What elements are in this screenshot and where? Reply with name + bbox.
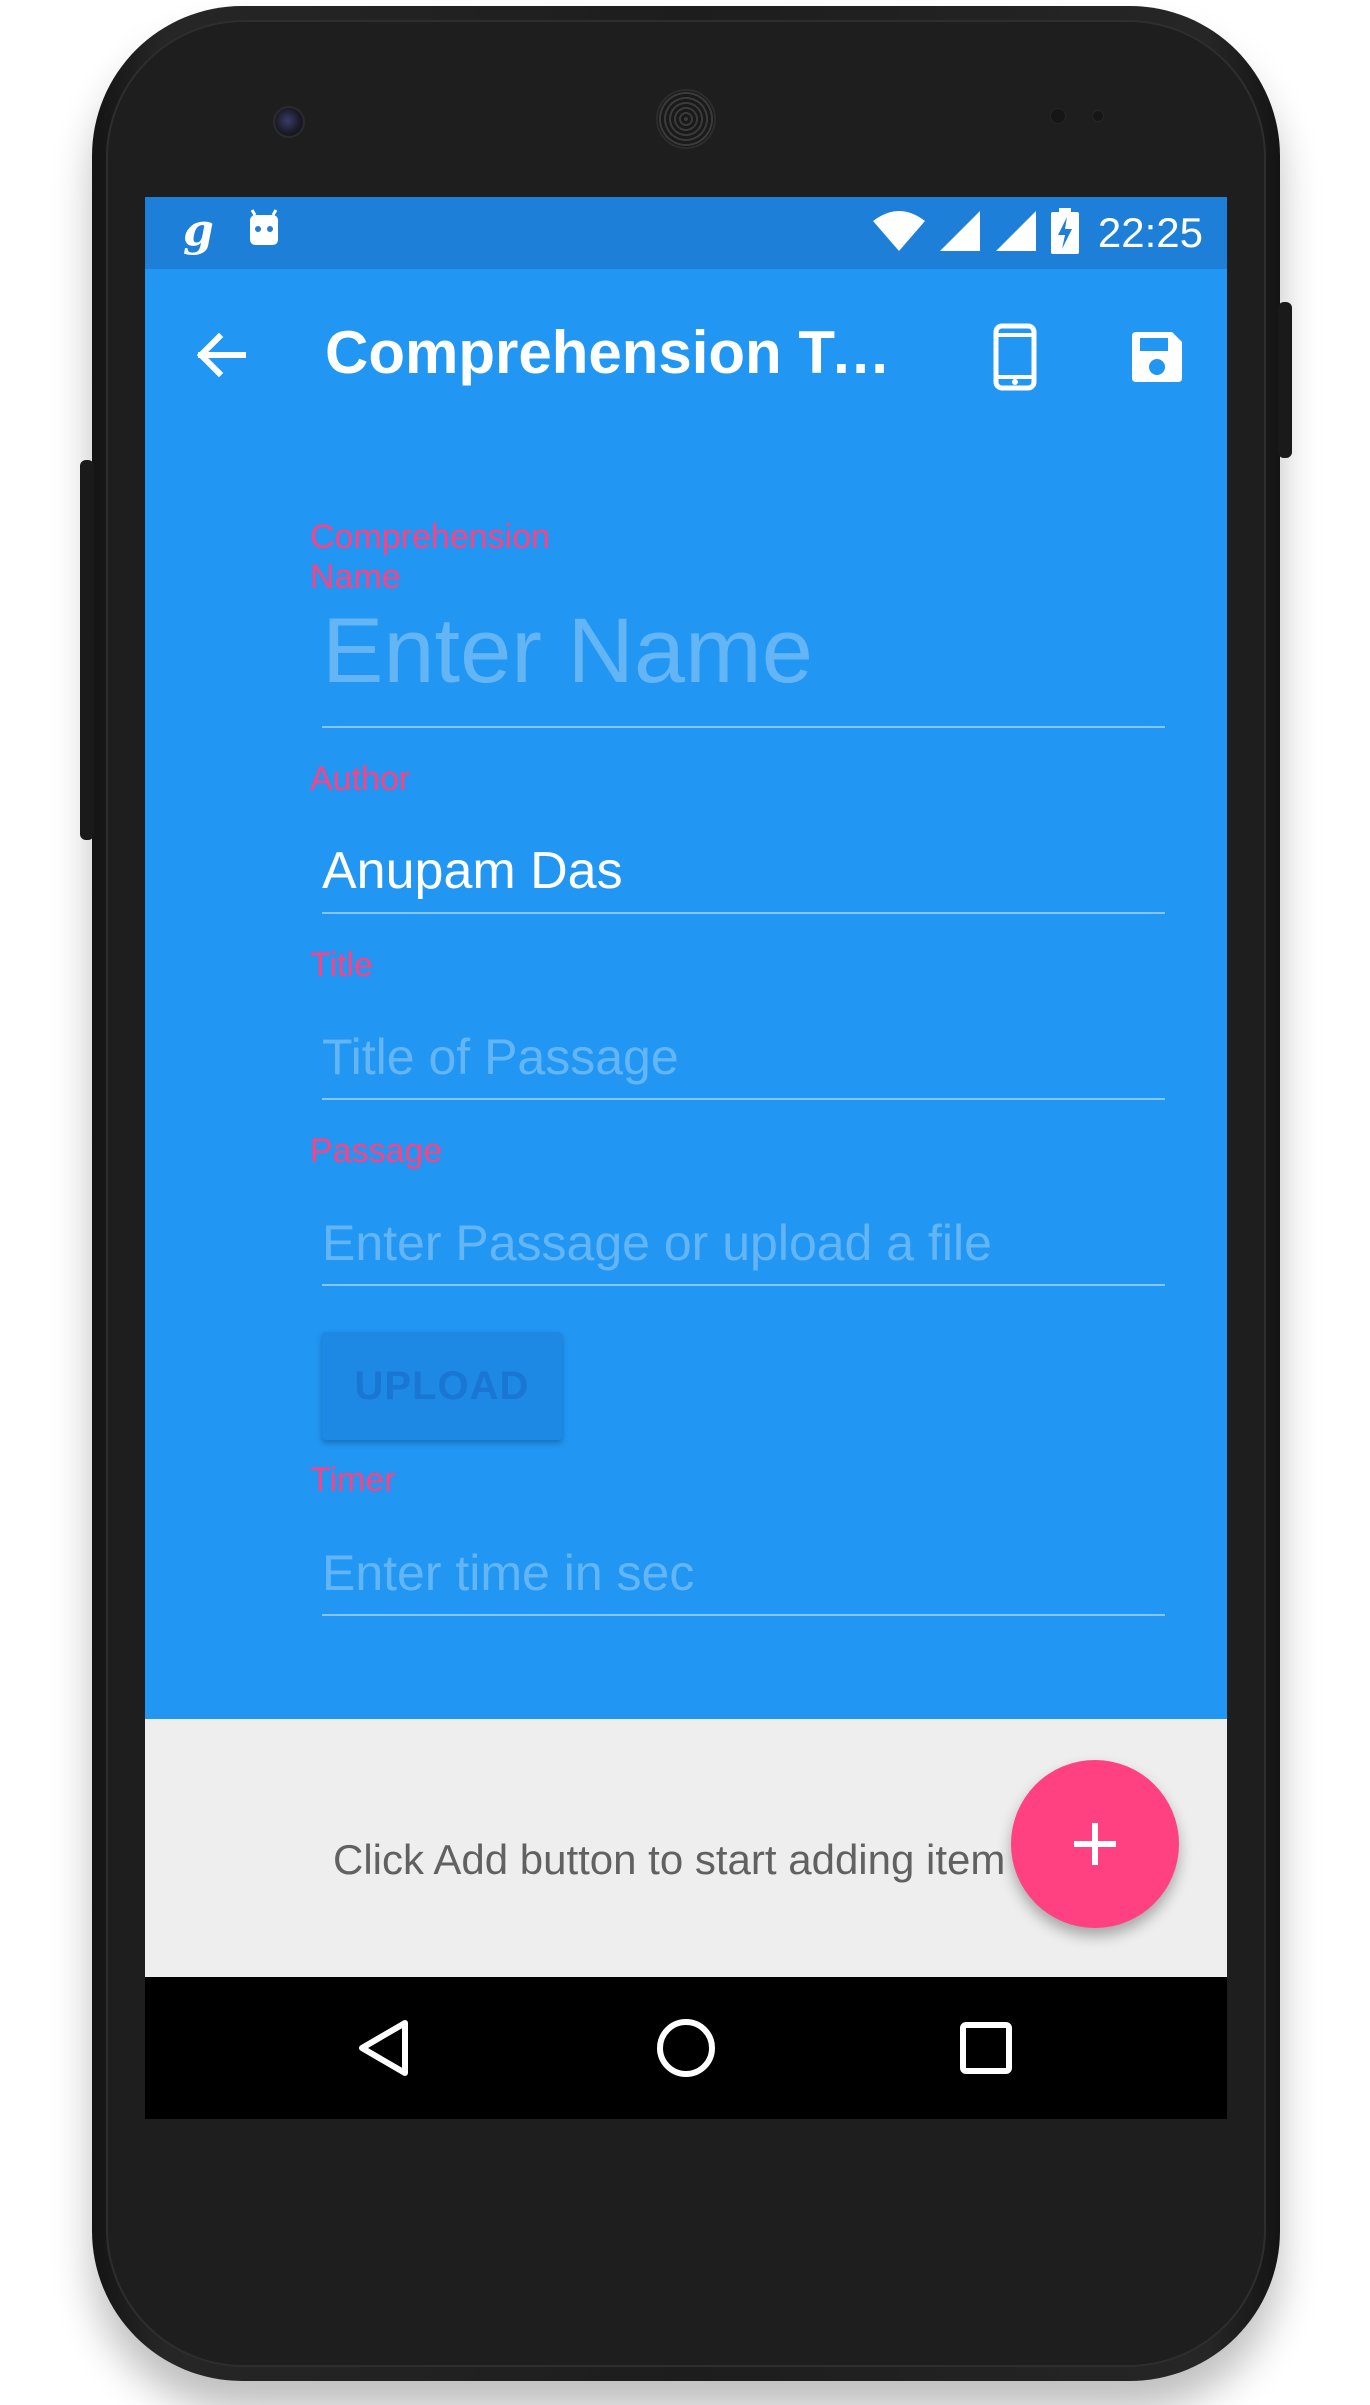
- plus-icon: [1074, 1823, 1116, 1865]
- front-camera: [273, 106, 305, 138]
- status-bar: g 22:25: [145, 197, 1227, 269]
- goodreads-icon: g: [183, 205, 214, 256]
- author-label: Author: [310, 760, 411, 798]
- title-input[interactable]: Title of Passage: [322, 1025, 1165, 1089]
- signal-icon: [994, 209, 1038, 258]
- light-sensor: [1092, 110, 1104, 122]
- timer-label: Timer: [310, 1461, 396, 1499]
- title-label: Title: [310, 946, 373, 984]
- volume-button: [80, 460, 94, 840]
- toolbar: Comprehension Tem...: [145, 269, 1227, 439]
- title-underline: [322, 1098, 1165, 1100]
- upload-button[interactable]: UPLOAD: [322, 1332, 562, 1440]
- toolbar-title: Comprehension Tem...: [325, 319, 905, 386]
- timer-input[interactable]: Enter time in sec: [322, 1541, 1165, 1605]
- proximity-sensor: [1050, 108, 1066, 124]
- nav-recents-button[interactable]: [951, 2013, 1021, 2083]
- timer-underline: [322, 1614, 1165, 1616]
- save-button[interactable]: [1119, 319, 1195, 395]
- earpiece-speaker: [656, 89, 716, 149]
- app-screen: g 22:25 Comprehension Tem... Comprehensi…: [145, 197, 1227, 2119]
- recents-square-icon: [960, 2022, 1012, 2074]
- comprehension-name-underline: [322, 726, 1165, 728]
- preview-button[interactable]: [975, 317, 1055, 397]
- back-button[interactable]: [185, 319, 257, 391]
- navigation-bar: [145, 1977, 1227, 2119]
- android-icon: [244, 208, 284, 254]
- nav-home-button[interactable]: [651, 2013, 721, 2083]
- empty-items-message: Click Add button to start adding item: [333, 1836, 1006, 1883]
- power-button: [1278, 302, 1292, 458]
- passage-label: Passage: [310, 1132, 443, 1170]
- arrow-back-icon: [196, 332, 246, 378]
- author-input[interactable]: Anupam Das: [322, 839, 1165, 903]
- clock: 22:25: [1097, 209, 1203, 256]
- signal-icon: [938, 209, 982, 258]
- passage-underline: [322, 1284, 1165, 1286]
- home-circle-icon: [657, 2019, 715, 2077]
- author-underline: [322, 912, 1165, 914]
- nav-back-button[interactable]: [350, 2013, 420, 2083]
- wifi-icon: [872, 209, 926, 258]
- battery-charging-icon: [1050, 207, 1080, 259]
- add-item-button[interactable]: [1011, 1760, 1179, 1928]
- comprehension-name-input[interactable]: Enter Name: [322, 597, 1165, 705]
- passage-input[interactable]: Enter Passage or upload a file: [322, 1211, 1165, 1275]
- save-icon: [1132, 332, 1182, 382]
- phone-preview-icon: [993, 323, 1037, 391]
- back-triangle-icon: [359, 2020, 408, 2076]
- comprehension-name-label: Comprehension Name: [310, 518, 551, 596]
